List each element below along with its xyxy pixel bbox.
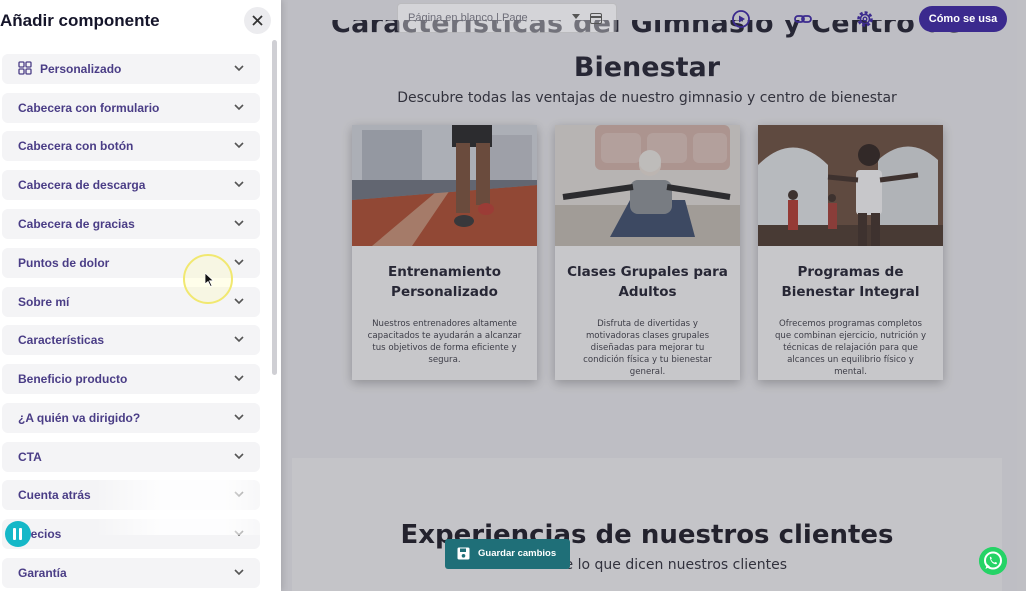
editor-toolbar: Página en blanco | Page Cómo se usa [281, 0, 1026, 38]
component-item-beneficio-producto[interactable]: Beneficio producto [2, 364, 260, 394]
component-item-personalizado[interactable]: Personalizado [2, 54, 260, 84]
component-item-label: Garantía [18, 566, 67, 580]
component-item-cabecera-descarga[interactable]: Cabecera de descarga [2, 170, 260, 200]
component-item-label: Puntos de dolor [18, 256, 110, 270]
chevron-down-icon [234, 530, 244, 537]
component-item-garantia[interactable]: Garantía [2, 558, 260, 588]
component-item-a-quien-dirigido[interactable]: ¿A quién va dirigido? [2, 403, 260, 433]
how-to-use-button[interactable]: Cómo se usa [919, 6, 1007, 32]
panel-scrollbar[interactable] [272, 40, 277, 375]
component-item-label: Personalizado [40, 62, 122, 76]
close-icon [252, 15, 263, 26]
close-button[interactable] [244, 7, 271, 34]
component-item-cabecera-boton[interactable]: Cabecera con botón [2, 131, 260, 161]
component-item-cabecera-gracias[interactable]: Cabecera de gracias [2, 209, 260, 239]
component-item-cta[interactable]: CTA [2, 442, 260, 472]
component-item-label: Cabecera con botón [18, 139, 134, 153]
whatsapp-icon[interactable] [979, 547, 1007, 575]
chevron-down-icon [234, 65, 244, 72]
chevron-down-icon [234, 298, 244, 305]
gear-icon[interactable] [855, 9, 875, 29]
chevron-down-icon [234, 569, 244, 576]
component-item-label: ¿A quién va dirigido? [18, 411, 141, 425]
component-item-caracteristicas[interactable]: Características [2, 325, 260, 355]
component-item-precios[interactable]: Precios [2, 519, 260, 549]
save-changes-button[interactable]: Guardar cambios [445, 539, 570, 569]
component-item-label: Beneficio producto [18, 372, 128, 386]
add-component-panel: Añadir componente Personalizado Cabecera… [0, 0, 281, 591]
chevron-down-icon [234, 375, 244, 382]
save-changes-label: Guardar cambios [478, 548, 557, 559]
chevron-down-icon [234, 336, 244, 343]
recording-pause-icon[interactable] [5, 521, 31, 547]
grid-icon [18, 61, 32, 75]
calendar-icon [590, 13, 602, 24]
floppy-disk-icon [457, 547, 470, 560]
chevron-down-icon [234, 453, 244, 460]
page-select-value: Página en blanco | Page [408, 12, 528, 24]
mouse-pointer-icon [205, 273, 215, 287]
page-select[interactable]: Página en blanco | Page [397, 3, 617, 33]
component-item-label: Características [18, 333, 105, 347]
chevron-down-icon [234, 414, 244, 421]
component-item-cabecera-formulario[interactable]: Cabecera con formulario [2, 93, 260, 123]
caret-down-icon [572, 14, 580, 19]
component-item-cuenta-atras[interactable]: Cuenta atrás [2, 480, 260, 510]
component-item-label: Cabecera con formulario [18, 101, 160, 115]
chevron-down-icon [234, 104, 244, 111]
chevron-down-icon [234, 259, 244, 266]
chevron-down-icon [234, 220, 244, 227]
component-item-label: Cabecera de gracias [18, 217, 135, 231]
component-item-label: Cuenta atrás [18, 488, 91, 502]
component-item-label: CTA [18, 450, 42, 464]
component-item-label: Cabecera de descarga [18, 178, 146, 192]
chevron-down-icon [234, 181, 244, 188]
play-icon[interactable] [731, 9, 751, 29]
component-item-label: Sobre mí [18, 295, 70, 309]
chevron-down-icon [234, 491, 244, 498]
chevron-down-icon [234, 142, 244, 149]
link-icon[interactable] [793, 9, 813, 29]
panel-title: Añadir componente [0, 11, 160, 30]
